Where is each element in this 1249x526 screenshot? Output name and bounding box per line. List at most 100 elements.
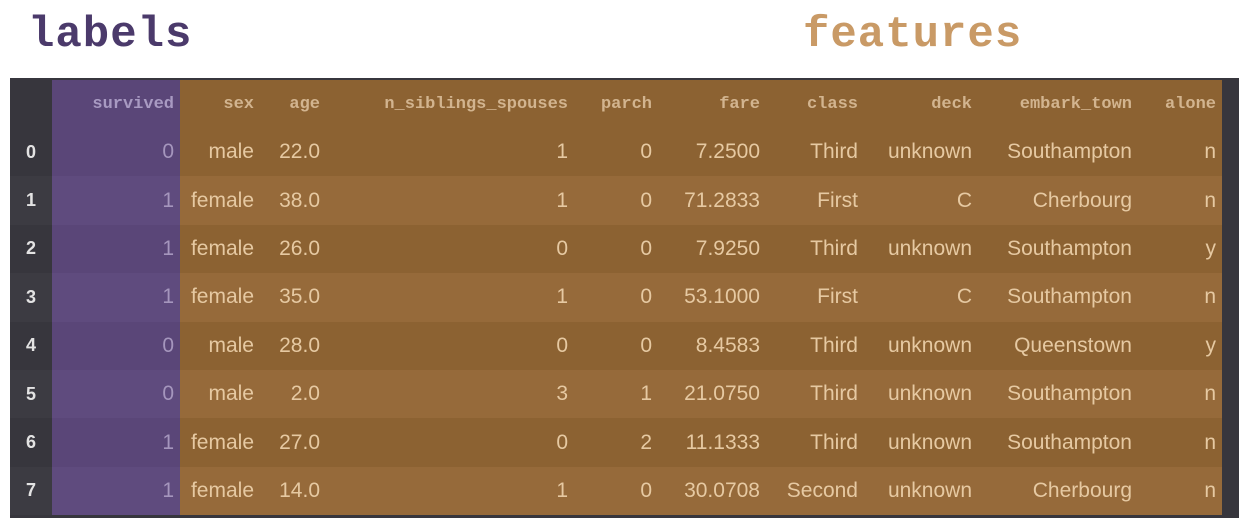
header-index — [10, 80, 52, 128]
cell-embark-town: Southampton — [978, 369, 1138, 419]
row-index: 2 — [10, 224, 52, 274]
cell-sex: female — [180, 224, 260, 274]
cell-embark-town: Southampton — [978, 418, 1138, 467]
cell-parch: 2 — [574, 418, 658, 467]
cell-sex: male — [180, 128, 260, 177]
cell-class: First — [766, 273, 864, 322]
cell-class: Third — [766, 418, 864, 467]
cell-alone: n — [1138, 418, 1222, 467]
cell-fare: 7.2500 — [658, 128, 766, 177]
cell-embark-town: Cherbourg — [978, 466, 1138, 516]
cell-deck: unknown — [864, 466, 978, 516]
header-class: class — [766, 80, 864, 128]
cell-deck: unknown — [864, 128, 978, 177]
cell-sex: female — [180, 418, 260, 467]
header-sex: sex — [180, 80, 260, 128]
cell-class: Third — [766, 128, 864, 177]
table-row: 3 1 female 35.0 1 0 53.1000 First C Sout… — [10, 273, 1222, 322]
dataframe-table: survived sex age n_siblings_spouses parc… — [10, 80, 1222, 516]
table-row: 1 1 female 38.0 1 0 71.2833 First C Cher… — [10, 176, 1222, 225]
cell-embark-town: Southampton — [978, 128, 1138, 177]
cell-survived: 0 — [52, 321, 180, 370]
cell-deck: C — [864, 273, 978, 322]
cell-deck: unknown — [864, 418, 978, 467]
cell-age: 26.0 — [260, 224, 326, 274]
cell-age: 38.0 — [260, 176, 326, 225]
cell-age: 27.0 — [260, 418, 326, 467]
cell-deck: C — [864, 176, 978, 225]
cell-n-siblings-spouses: 3 — [326, 369, 574, 419]
cell-alone: n — [1138, 273, 1222, 322]
cell-alone: n — [1138, 369, 1222, 419]
table-row: 5 0 male 2.0 3 1 21.0750 Third unknown S… — [10, 369, 1222, 419]
cell-survived: 0 — [52, 128, 180, 177]
cell-fare: 30.0708 — [658, 466, 766, 516]
row-index: 4 — [10, 321, 52, 370]
cell-survived: 0 — [52, 369, 180, 419]
row-index: 7 — [10, 466, 52, 516]
cell-fare: 8.4583 — [658, 321, 766, 370]
cell-survived: 1 — [52, 418, 180, 467]
header-fare: fare — [658, 80, 766, 128]
cell-sex: female — [180, 273, 260, 322]
cell-embark-town: Cherbourg — [978, 176, 1138, 225]
cell-age: 35.0 — [260, 273, 326, 322]
cell-survived: 1 — [52, 224, 180, 274]
cell-fare: 71.2833 — [658, 176, 766, 225]
header-survived: survived — [52, 80, 180, 128]
cell-sex: male — [180, 369, 260, 419]
cell-fare: 11.1333 — [658, 418, 766, 467]
cell-n-siblings-spouses: 1 — [326, 128, 574, 177]
cell-embark-town: Queenstown — [978, 321, 1138, 370]
cell-alone: n — [1138, 176, 1222, 225]
cell-alone: y — [1138, 321, 1222, 370]
cell-age: 2.0 — [260, 369, 326, 419]
cell-survived: 1 — [52, 176, 180, 225]
header-deck: deck — [864, 80, 978, 128]
table-row: 7 1 female 14.0 1 0 30.0708 Second unkno… — [10, 466, 1222, 516]
header-embark-town: embark_town — [978, 80, 1138, 128]
row-index: 1 — [10, 176, 52, 225]
cell-parch: 1 — [574, 369, 658, 419]
cell-class: Third — [766, 321, 864, 370]
cell-n-siblings-spouses: 1 — [326, 466, 574, 516]
cell-age: 28.0 — [260, 321, 326, 370]
cell-parch: 0 — [574, 176, 658, 225]
labels-title: labels — [28, 10, 193, 60]
cell-class: First — [766, 176, 864, 225]
cell-age: 22.0 — [260, 128, 326, 177]
cell-n-siblings-spouses: 0 — [326, 224, 574, 274]
cell-parch: 0 — [574, 273, 658, 322]
table-row: 0 0 male 22.0 1 0 7.2500 Third unknown S… — [10, 128, 1222, 177]
cell-alone: y — [1138, 224, 1222, 274]
cell-sex: female — [180, 176, 260, 225]
row-index: 0 — [10, 128, 52, 177]
cell-class: Third — [766, 224, 864, 274]
header-alone: alone — [1138, 80, 1222, 128]
cell-survived: 1 — [52, 466, 180, 516]
cell-alone: n — [1138, 128, 1222, 177]
cell-sex: male — [180, 321, 260, 370]
table-row: 4 0 male 28.0 0 0 8.4583 Third unknown Q… — [10, 321, 1222, 370]
cell-alone: n — [1138, 466, 1222, 516]
cell-n-siblings-spouses: 0 — [326, 321, 574, 370]
header-age: age — [260, 80, 326, 128]
cell-deck: unknown — [864, 321, 978, 370]
table-row: 2 1 female 26.0 0 0 7.9250 Third unknown… — [10, 224, 1222, 274]
cell-deck: unknown — [864, 224, 978, 274]
cell-n-siblings-spouses: 0 — [326, 418, 574, 467]
cell-n-siblings-spouses: 1 — [326, 273, 574, 322]
header-n-siblings-spouses: n_siblings_spouses — [326, 80, 574, 128]
cell-fare: 7.9250 — [658, 224, 766, 274]
cell-embark-town: Southampton — [978, 273, 1138, 322]
cell-sex: female — [180, 466, 260, 516]
cell-fare: 21.0750 — [658, 369, 766, 419]
row-index: 5 — [10, 369, 52, 419]
header-parch: parch — [574, 80, 658, 128]
cell-n-siblings-spouses: 1 — [326, 176, 574, 225]
cell-survived: 1 — [52, 273, 180, 322]
cell-parch: 0 — [574, 224, 658, 274]
table-row: 6 1 female 27.0 0 2 11.1333 Third unknow… — [10, 418, 1222, 467]
cell-parch: 0 — [574, 128, 658, 177]
cell-age: 14.0 — [260, 466, 326, 516]
